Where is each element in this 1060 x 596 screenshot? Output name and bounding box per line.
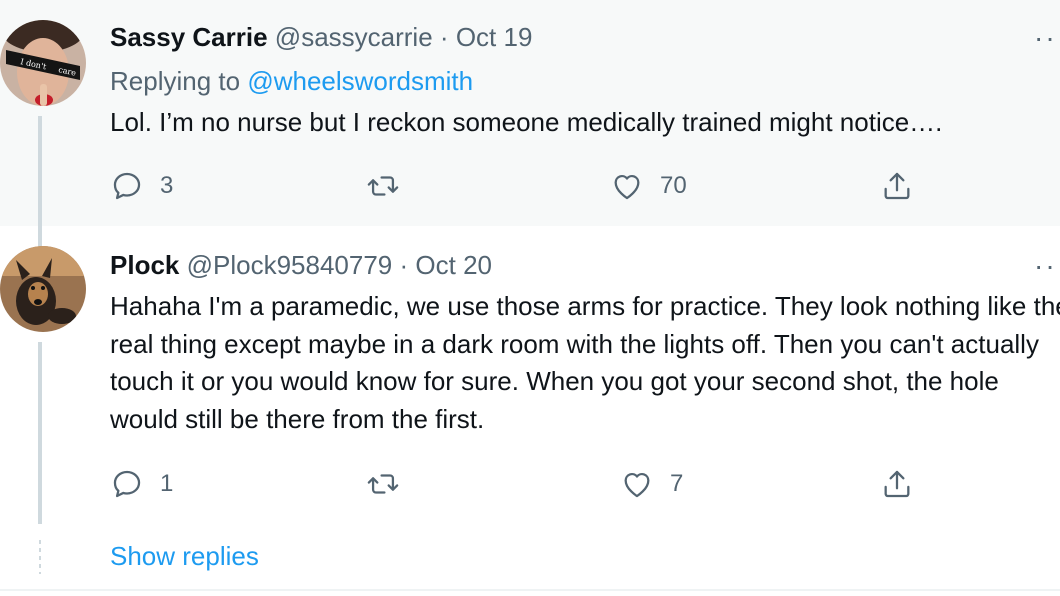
like-count: 7 [670, 470, 684, 497]
divider [0, 589, 1060, 591]
replying-to: Replying to @wheelswordsmith [110, 66, 473, 96]
date-separator: · [439, 22, 449, 52]
heart-icon [614, 175, 640, 200]
retweet-icon [367, 474, 399, 494]
display-name[interactable]: Plock [110, 250, 179, 280]
tweet-text: Lol. I’m no nurse but I reckon someone m… [110, 107, 943, 137]
avatar[interactable]: I don't care [0, 20, 86, 106]
thread-line [38, 226, 42, 246]
date-separator: · [399, 250, 409, 280]
like-count: 70 [660, 172, 687, 199]
tweet-actions: 3 70 [0, 166, 1060, 206]
reply-icon [113, 470, 141, 498]
reply-button[interactable]: 1 [110, 464, 173, 504]
retweet-button[interactable] [366, 166, 416, 206]
tweet-text: Hahaha I'm a paramedic, we use those arm… [110, 291, 1060, 434]
share-button[interactable] [880, 166, 914, 206]
tweet-date[interactable]: Oct 20 [415, 250, 492, 280]
retweet-icon [367, 176, 399, 196]
tweet-sassy-carrie[interactable]: I don't care Sassy Carrie @sassycarrie ·… [0, 0, 1060, 226]
replying-to-label: Replying to [110, 66, 241, 96]
more-options-icon[interactable]: ·· [1034, 24, 1057, 52]
tweet-actions: 1 7 [0, 464, 1060, 504]
avatar-dog-icon [0, 246, 86, 332]
avatar-woman-sunglasses-icon: I don't care [0, 20, 86, 106]
handle[interactable]: @sassycarrie [275, 22, 433, 52]
like-button[interactable]: 70 [610, 166, 687, 206]
replying-to-handle[interactable]: @wheelswordsmith [247, 66, 473, 96]
reply-count: 1 [160, 470, 174, 497]
display-name[interactable]: Sassy Carrie [110, 22, 268, 52]
tweet-date[interactable]: Oct 19 [456, 22, 533, 52]
tweet-header: Sassy Carrie @sassycarrie · Oct 19 [110, 22, 532, 52]
tweet-header: Plock @Plock95840779 · Oct 20 [110, 250, 492, 280]
reply-button[interactable]: 3 [110, 166, 173, 206]
share-icon [884, 470, 910, 498]
share-button[interactable] [880, 464, 914, 504]
show-replies-link[interactable]: Show replies [110, 540, 259, 572]
avatar[interactable] [0, 246, 86, 332]
more-replies-dots [39, 540, 41, 574]
retweet-button[interactable] [366, 464, 416, 504]
reply-count: 3 [160, 172, 174, 199]
reply-icon [113, 172, 141, 200]
more-options-icon[interactable]: ·· [1034, 252, 1057, 280]
share-icon [884, 172, 910, 200]
like-button[interactable]: 7 [620, 464, 683, 504]
handle[interactable]: @Plock95840779 [187, 250, 393, 280]
heart-icon [624, 473, 650, 498]
